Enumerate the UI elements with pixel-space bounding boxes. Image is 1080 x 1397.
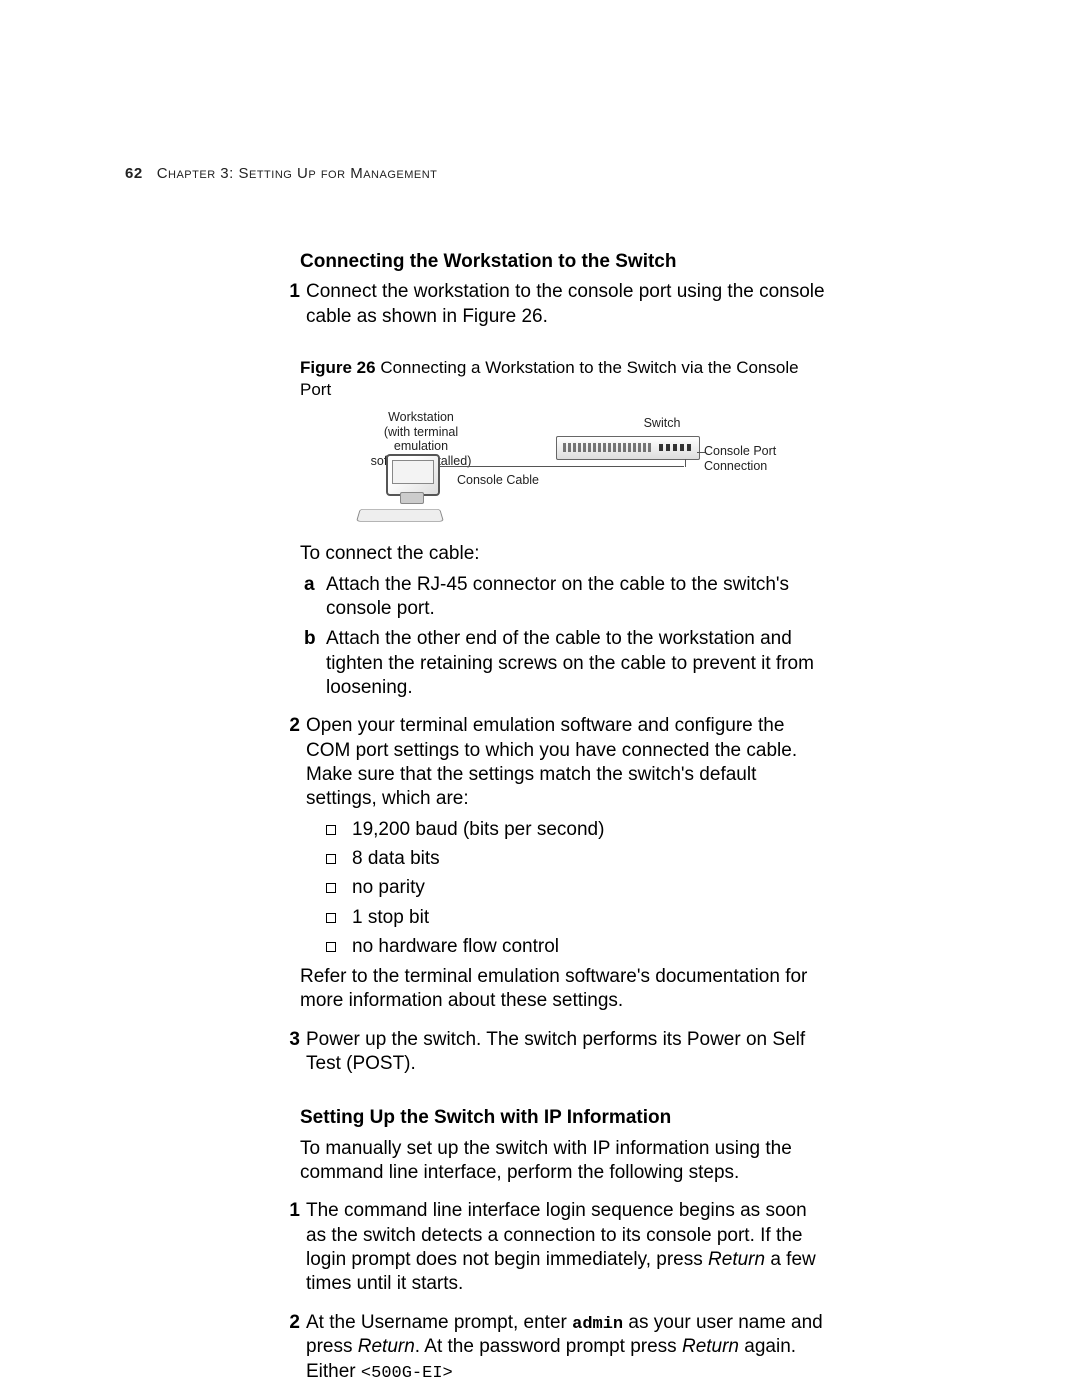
- alpha-marker: b: [304, 627, 326, 700]
- step-1: 1 Connect the workstation to the console…: [300, 280, 830, 329]
- figure-26: Workstation (with terminal emulation sof…: [342, 410, 830, 528]
- paragraph: To connect the cable:: [300, 542, 830, 566]
- section-heading: Connecting the Workstation to the Switch: [300, 250, 830, 274]
- section-heading: Setting Up the Switch with IP Informatio…: [300, 1106, 830, 1130]
- chapter-header: Chapter 3: Setting Up for Management: [157, 165, 438, 182]
- square-bullet-icon: [326, 942, 336, 952]
- square-bullet-icon: [326, 825, 336, 835]
- list-item: 19,200 baud (bits per second): [326, 818, 830, 842]
- figure-switch-label: Switch: [632, 415, 692, 431]
- figure-console-cable-label: Console Cable: [457, 472, 539, 488]
- italic-return: Return: [682, 1336, 739, 1357]
- substep-a: a Attach the RJ-45 connector on the cabl…: [326, 573, 830, 622]
- list-item: no hardware flow control: [326, 935, 830, 959]
- substep-text: Attach the other end of the cable to the…: [326, 627, 830, 700]
- list-item: 8 data bits: [326, 847, 830, 871]
- alpha-list: a Attach the RJ-45 connector on the cabl…: [326, 573, 830, 701]
- fig-label-line: (with terminal emulation: [384, 425, 458, 453]
- mono-bold-admin: admin: [572, 1315, 623, 1334]
- fig-label-line: Workstation: [388, 410, 454, 424]
- alpha-marker: a: [304, 573, 326, 622]
- bullet-text: 19,200 baud (bits per second): [352, 818, 604, 842]
- fig-label-line: Connection: [704, 459, 767, 473]
- step-text: At the Username prompt, enter admin as y…: [306, 1311, 830, 1385]
- step-text: Power up the switch. The switch performs…: [306, 1028, 830, 1077]
- step-text: Connect the workstation to the console p…: [306, 280, 830, 329]
- step-text: Open your terminal emulation software an…: [306, 714, 830, 811]
- page: 62 Chapter 3: Setting Up for Management …: [0, 0, 1080, 1390]
- workstation-stand-icon: [400, 492, 424, 504]
- list-item: no parity: [326, 876, 830, 900]
- paragraph: Refer to the terminal emulation software…: [300, 965, 830, 1014]
- ip-step-1: 1 The command line interface login seque…: [300, 1199, 830, 1296]
- square-bullet-icon: [326, 913, 336, 923]
- step-number: 2: [276, 714, 306, 811]
- bullet-text: no parity: [352, 876, 425, 900]
- figure-console-port-label: Console Port Connection: [704, 444, 776, 473]
- switch-icon: [556, 436, 700, 460]
- step-number: 3: [276, 1028, 306, 1077]
- list-item: 1 stop bit: [326, 906, 830, 930]
- substep-text: Attach the RJ-45 connector on the cable …: [326, 573, 830, 622]
- step-text: The command line interface login sequenc…: [306, 1199, 830, 1296]
- italic-return: Return: [708, 1249, 765, 1270]
- bullet-text: 1 stop bit: [352, 906, 429, 930]
- page-number: 62: [125, 165, 143, 182]
- bullet-text: 8 data bits: [352, 847, 440, 871]
- step-number: 2: [276, 1311, 306, 1385]
- square-bullet-icon: [326, 883, 336, 893]
- paragraph: To manually set up the switch with IP in…: [300, 1137, 830, 1186]
- bullet-list: 19,200 baud (bits per second) 8 data bit…: [326, 818, 830, 960]
- mono-prompt: <500G-EI>: [361, 1364, 453, 1383]
- figure-label: Figure 26: [300, 358, 376, 377]
- substep-b: b Attach the other end of the cable to t…: [326, 627, 830, 700]
- step-3: 3 Power up the switch. The switch perfor…: [300, 1028, 830, 1077]
- workstation-monitor-icon: [386, 454, 440, 496]
- fig-label-line: Console Port: [704, 444, 776, 458]
- figure-caption-text: Connecting a Workstation to the Switch v…: [300, 358, 799, 399]
- content-column: Connecting the Workstation to the Switch…: [300, 250, 830, 1384]
- figure-caption: Figure 26 Connecting a Workstation to th…: [300, 357, 830, 401]
- running-head: 62 Chapter 3: Setting Up for Management: [125, 165, 920, 182]
- text-run: At the Username prompt, enter: [306, 1312, 572, 1333]
- text-run: . At the password prompt press: [415, 1336, 682, 1357]
- italic-return: Return: [358, 1336, 415, 1357]
- bullet-text: no hardware flow control: [352, 935, 559, 959]
- workstation-keyboard-icon: [356, 509, 444, 522]
- step-number: 1: [276, 280, 306, 329]
- console-cable-line: [438, 466, 684, 467]
- square-bullet-icon: [326, 854, 336, 864]
- step-2: 2 Open your terminal emulation software …: [300, 714, 830, 811]
- ip-step-2: 2 At the Username prompt, enter admin as…: [300, 1311, 830, 1385]
- step-number: 1: [276, 1199, 306, 1296]
